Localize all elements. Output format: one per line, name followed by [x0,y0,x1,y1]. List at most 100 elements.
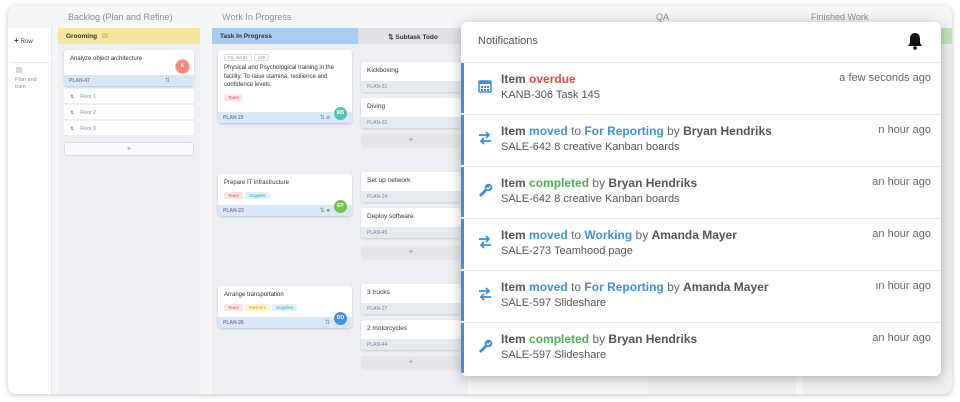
notification-time: an hour ago [872,176,931,188]
notification-item[interactable]: Item moved to For Reporting by Bryan Hen… [461,114,941,165]
task-card[interactable]: Arrange transportation Team Partners Suppl… [218,286,352,328]
unread-indicator [461,323,464,373]
tag-partners: Partners [245,303,271,311]
notification-person: Bryan Hendriks [608,332,698,346]
lane-header-subtask-todo[interactable]: ⇅ Subtask Todo [358,28,468,44]
column-header-backlog: Backlog (Plan and Refine) [68,12,173,22]
notification-text: Item overdue [501,72,576,86]
lane-task-in-progress: Task In Progress Fri, Jul 31 12h Physical… [212,28,358,394]
notification-action: completed [529,332,590,346]
notification-action: moved [529,124,568,138]
column-header-qa: QA [656,12,670,22]
add-row-button[interactable]: + Row [14,36,33,45]
subtask-icon: ⇅ [70,110,75,116]
subtask-card[interactable]: 2 motorcycles PLAN-44 [361,320,461,350]
arrows-icon [477,130,493,146]
avatar[interactable]: DD [334,312,347,325]
tag-supplies: Supplies [245,191,271,199]
arrows-icon [477,286,493,302]
subtask-icon: ⇅ [324,320,330,326]
notification-target[interactable]: For Reporting [584,124,663,138]
add-card-button[interactable]: + [64,142,194,156]
subtask-comment-icons: ⇅ ● [319,208,330,214]
plus-icon: + [14,36,19,45]
subtask-row[interactable]: ⇅ Floor 3 [64,120,194,135]
avatar[interactable]: MS [334,107,347,120]
notification-item[interactable]: Item moved to For Reporting by Amanda Ma… [461,270,941,321]
notification-action: moved [529,228,568,242]
notification-item-ref[interactable]: KANB-306 Task 145 [501,89,600,101]
notification-person: Amanda Mayer [651,228,737,242]
task-id: PLAN-26 [223,320,244,326]
check-icon [477,338,493,354]
task-id: PLAN 29 [223,115,244,121]
notification-person: Bryan Hendriks [608,176,698,190]
tag-team: Team [224,303,244,311]
subtask-row[interactable]: ⇅ Floor 2 [64,104,194,119]
notification-text: Item moved to Working by Amanda Mayer [501,228,737,242]
notifications-panel: Notifications Item overdue KANB-306 Task … [461,22,941,376]
add-subtask-button[interactable]: + [361,356,461,370]
notification-text: Item moved to For Reporting by Amanda Ma… [501,280,769,294]
subtask-card[interactable]: Kickboxing PLAN-31 [361,62,461,92]
notification-action: completed [529,176,590,190]
notification-item[interactable]: Item completed by Bryan Hendriks SALE-597… [461,322,941,373]
task-card[interactable]: Fri, Jul 31 12h Physical and Psychologica… [218,50,352,123]
notification-item-ref[interactable]: SALE-642 8 creative Kanban boards [501,141,680,153]
bell-icon[interactable] [907,32,923,50]
task-card[interactable]: Prepare IT infrastructure Team Supplies P… [218,174,352,216]
notification-target[interactable]: Working [584,228,632,242]
subtask-card[interactable]: Deploy software PLAN-45 [361,208,461,238]
notification-action: overdue [529,72,576,86]
column-header-finished: Finished Work [811,12,869,22]
task-id: PLAN-44 [367,342,388,348]
subtask-row[interactable]: ⇅ Floor 1 [64,88,194,103]
subtask-card[interactable]: 3 trucks PLAN-27 [361,284,461,314]
calendar-icon [477,78,493,94]
avatar[interactable]: EP [334,200,347,213]
notification-item-ref[interactable]: SALE-642 8 creative Kanban boards [501,193,680,205]
row-label[interactable]: Plan and train [10,62,50,91]
task-card[interactable]: Analyze object architecture PLAN-47 ⇅ K [64,50,194,86]
unread-indicator [461,63,464,113]
arrows-icon [477,234,493,250]
notification-item[interactable]: Item moved to Working by Amanda Mayer SAL… [461,218,941,269]
subtask-icon: ⇅ [70,94,75,100]
notification-item-ref[interactable]: SALE-273 Teamhood page [501,245,633,257]
notifications-title: Notifications [478,35,538,47]
add-subtask-button[interactable]: + [361,246,461,260]
subtask-icon: ⇅ [164,78,170,84]
notification-person: Amanda Mayer [683,280,769,294]
unread-indicator [461,167,464,217]
task-id: PLAN-24 [367,194,388,200]
lane-header-grooming[interactable]: Grooming [58,28,200,44]
tag-supplies: Supplies [272,303,298,311]
add-subtask-button[interactable]: + [361,134,461,148]
avatar[interactable]: K [176,60,189,73]
tag-team: Team [224,191,244,199]
task-id: PLAN-45 [367,230,388,236]
notification-time: n hour ago [878,124,931,136]
notification-target[interactable]: For Reporting [584,280,663,294]
task-id: PLAN-31 [367,84,388,90]
notification-item-ref[interactable]: SALE-597 Slideshare [501,349,606,361]
notification-time: a few seconds ago [839,72,931,84]
lane-menu-icon[interactable] [101,33,108,38]
lane-subtask-todo: ⇅ Subtask Todo Kickboxing PLAN-31 Diving P… [358,28,468,394]
lane-header-task-in-progress[interactable]: Task In Progress [212,28,358,44]
row-collapse-icon [16,67,22,73]
task-id: PLAN-23 [223,208,244,214]
notification-person: Bryan Hendriks [683,124,772,138]
task-id: PLAN-32 [367,120,388,126]
notification-item[interactable]: Item completed by Bryan Hendriks SALE-642… [461,166,941,217]
unread-indicator [461,219,464,269]
notification-time: an hour ago [872,228,931,240]
subtask-card[interactable]: Set up network PLAN-24 [361,172,461,202]
tag-team: Team [224,93,244,101]
subtask-attachment-icons: ⇅ ⌀ [319,115,330,121]
row-column: + Row Plan and train [8,28,52,394]
column-header-wip: Work In Progress [222,12,292,22]
subtask-card[interactable]: Diving PLAN-32 [361,98,461,128]
notification-item-ref[interactable]: SALE-597 Slideshare [501,297,606,309]
notification-item[interactable]: Item overdue KANB-306 Task 145 a few secon… [461,62,941,113]
